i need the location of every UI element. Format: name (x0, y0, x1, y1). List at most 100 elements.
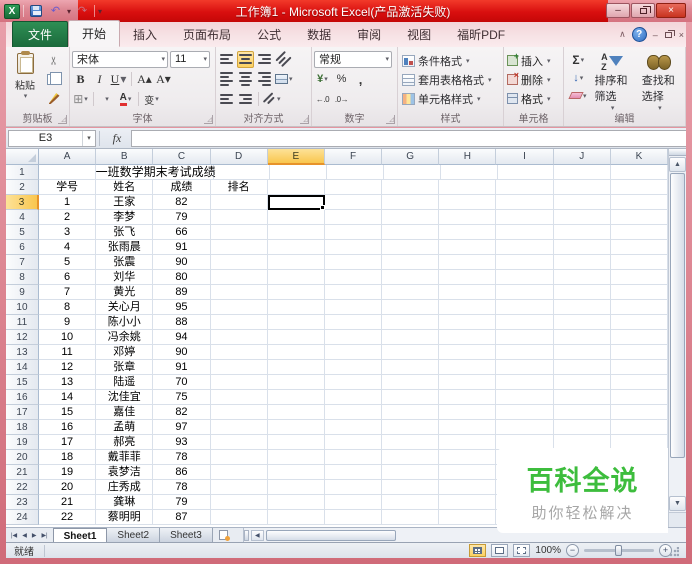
decrease-decimal-button[interactable]: .0→ (333, 91, 350, 108)
bold-button[interactable]: B (72, 71, 89, 88)
grid-cell-B24[interactable]: 蔡明明 (96, 510, 154, 525)
clear-button[interactable]: ▾ (568, 87, 589, 104)
fill-color-button[interactable]: ▾ (98, 91, 115, 108)
zoom-slider-thumb[interactable] (615, 545, 622, 556)
grid-cell-E24[interactable] (267, 510, 325, 525)
grid-cell-F16[interactable] (324, 390, 383, 405)
grid-cell-H8[interactable] (439, 270, 497, 285)
grid-cell-F23[interactable] (324, 495, 383, 510)
grid-cell-C23[interactable]: 79 (153, 495, 211, 510)
row-header-17[interactable]: 17 (6, 405, 39, 420)
font-size-combo[interactable]: 11 ▾ (170, 50, 210, 68)
undo-button[interactable]: ↶ (47, 3, 64, 19)
grid-cell-F14[interactable] (324, 360, 383, 375)
grid-cell-I15[interactable] (496, 375, 554, 390)
grid-cell-H10[interactable] (439, 300, 497, 315)
grid-cell-J18[interactable] (553, 420, 611, 435)
borders-button[interactable]: ⊞ ▾ (72, 91, 89, 108)
grid-cell-A14[interactable]: 12 (38, 360, 97, 375)
grid-cell-C10[interactable]: 95 (153, 300, 211, 315)
grid-cell-J1[interactable] (554, 165, 612, 180)
grid-cell-K17[interactable] (610, 405, 668, 420)
grid-cell-H12[interactable] (439, 330, 497, 345)
grid-cell-I1[interactable] (497, 165, 555, 180)
grid-cell-C21[interactable]: 86 (153, 465, 211, 480)
grid-cell-B20[interactable]: 戴菲菲 (96, 450, 154, 465)
autosum-button[interactable]: Σ ▾ (568, 51, 589, 68)
grid-cell-B1[interactable]: 一班数学期末考试成绩 (95, 165, 216, 180)
grid-cell-F18[interactable] (324, 420, 383, 435)
tab-page-layout[interactable]: 页面布局 (170, 22, 244, 47)
grid-cell-I14[interactable] (496, 360, 554, 375)
row-header-12[interactable]: 12 (6, 330, 39, 345)
grid-cell-C20[interactable]: 78 (153, 450, 211, 465)
workbook-minimize-button[interactable]: – (653, 30, 658, 40)
save-button[interactable] (27, 3, 44, 19)
grid-cell-G22[interactable] (382, 480, 440, 495)
grid-cell-C8[interactable]: 80 (153, 270, 211, 285)
grid-cell-I2[interactable] (496, 180, 554, 195)
decrease-indent-button[interactable] (218, 91, 235, 108)
grid-cell-G4[interactable] (382, 210, 440, 225)
zoom-out-icon[interactable]: − (566, 544, 579, 557)
row-header-24[interactable]: 24 (6, 510, 39, 525)
grid-cell-I3[interactable] (496, 195, 554, 210)
grid-cell-J14[interactable] (553, 360, 611, 375)
grid-cell-A16[interactable]: 14 (38, 390, 97, 405)
grid-cell-K12[interactable] (610, 330, 668, 345)
grid-cell-E15[interactable] (267, 375, 325, 390)
grid-cell-H16[interactable] (439, 390, 497, 405)
grid-cell-D15[interactable] (210, 375, 268, 390)
grid-cell-D20[interactable] (210, 450, 268, 465)
format-as-table-button[interactable]: 套用表格格式 ▾ (400, 70, 501, 89)
grid-cell-C9[interactable]: 89 (153, 285, 211, 300)
grid-cell-F7[interactable] (324, 255, 383, 270)
grid-cell-E13[interactable] (267, 345, 325, 360)
restore-button[interactable] (631, 3, 655, 18)
sort-filter-button[interactable]: AZ 排序和筛选 ▾ (589, 51, 636, 113)
column-header-D[interactable]: D (210, 149, 268, 165)
grid-cell-C14[interactable]: 91 (153, 360, 211, 375)
insert-worksheet-button[interactable] (213, 528, 235, 542)
grid-cell-A23[interactable]: 21 (38, 495, 97, 510)
grid-cell-E5[interactable] (267, 225, 325, 240)
grid-cell-I6[interactable] (496, 240, 554, 255)
grid-cell-F22[interactable] (324, 480, 383, 495)
vertical-scrollbar[interactable]: ▲ ▼ (668, 149, 686, 527)
grid-cell-E8[interactable] (267, 270, 325, 285)
grid-cell-F19[interactable] (324, 435, 383, 450)
collapse-ribbon-icon[interactable]: ∧ (619, 29, 626, 40)
grid-cell-F21[interactable] (324, 465, 383, 480)
grid-cell-G7[interactable] (382, 255, 440, 270)
page-break-view-button[interactable] (513, 544, 531, 557)
last-sheet-icon[interactable]: ▶| (39, 532, 49, 539)
grid-cell-D5[interactable] (210, 225, 268, 240)
row-header-14[interactable]: 14 (6, 360, 39, 375)
tab-review[interactable]: 审阅 (344, 22, 394, 47)
grid-cell-B13[interactable]: 邓婷 (96, 345, 154, 360)
grid-cell-B6[interactable]: 张雨晨 (96, 240, 154, 255)
tab-foxit-pdf[interactable]: 福昕PDF (444, 22, 518, 47)
grid-cell-K3[interactable] (610, 195, 668, 210)
vertical-split-handle[interactable] (669, 149, 686, 156)
grid-cell-A9[interactable]: 7 (38, 285, 97, 300)
sheet-tab-sheet2[interactable]: Sheet2 (107, 528, 161, 542)
grid-cell-G9[interactable] (382, 285, 440, 300)
grid-cell-B9[interactable]: 黄光 (96, 285, 154, 300)
grid-cell-B15[interactable]: 陆遥 (96, 375, 154, 390)
grid-cell-B8[interactable]: 刘华 (96, 270, 154, 285)
resize-grip[interactable] (669, 547, 679, 557)
orientation-button[interactable] (275, 50, 292, 68)
format-painter-button[interactable] (41, 90, 67, 107)
grid-cell-I10[interactable] (496, 300, 554, 315)
row-header-11[interactable]: 11 (6, 315, 39, 330)
grid-cell-F12[interactable] (324, 330, 383, 345)
grid-cell-G11[interactable] (382, 315, 440, 330)
grid-cell-G8[interactable] (382, 270, 440, 285)
grid-cell-C18[interactable]: 97 (153, 420, 211, 435)
column-header-G[interactable]: G (382, 149, 440, 165)
grid-cell-G2[interactable] (382, 180, 440, 195)
column-header-E[interactable]: E (267, 149, 325, 165)
tab-view[interactable]: 视图 (394, 22, 444, 47)
grid-cell-H22[interactable] (439, 480, 497, 495)
